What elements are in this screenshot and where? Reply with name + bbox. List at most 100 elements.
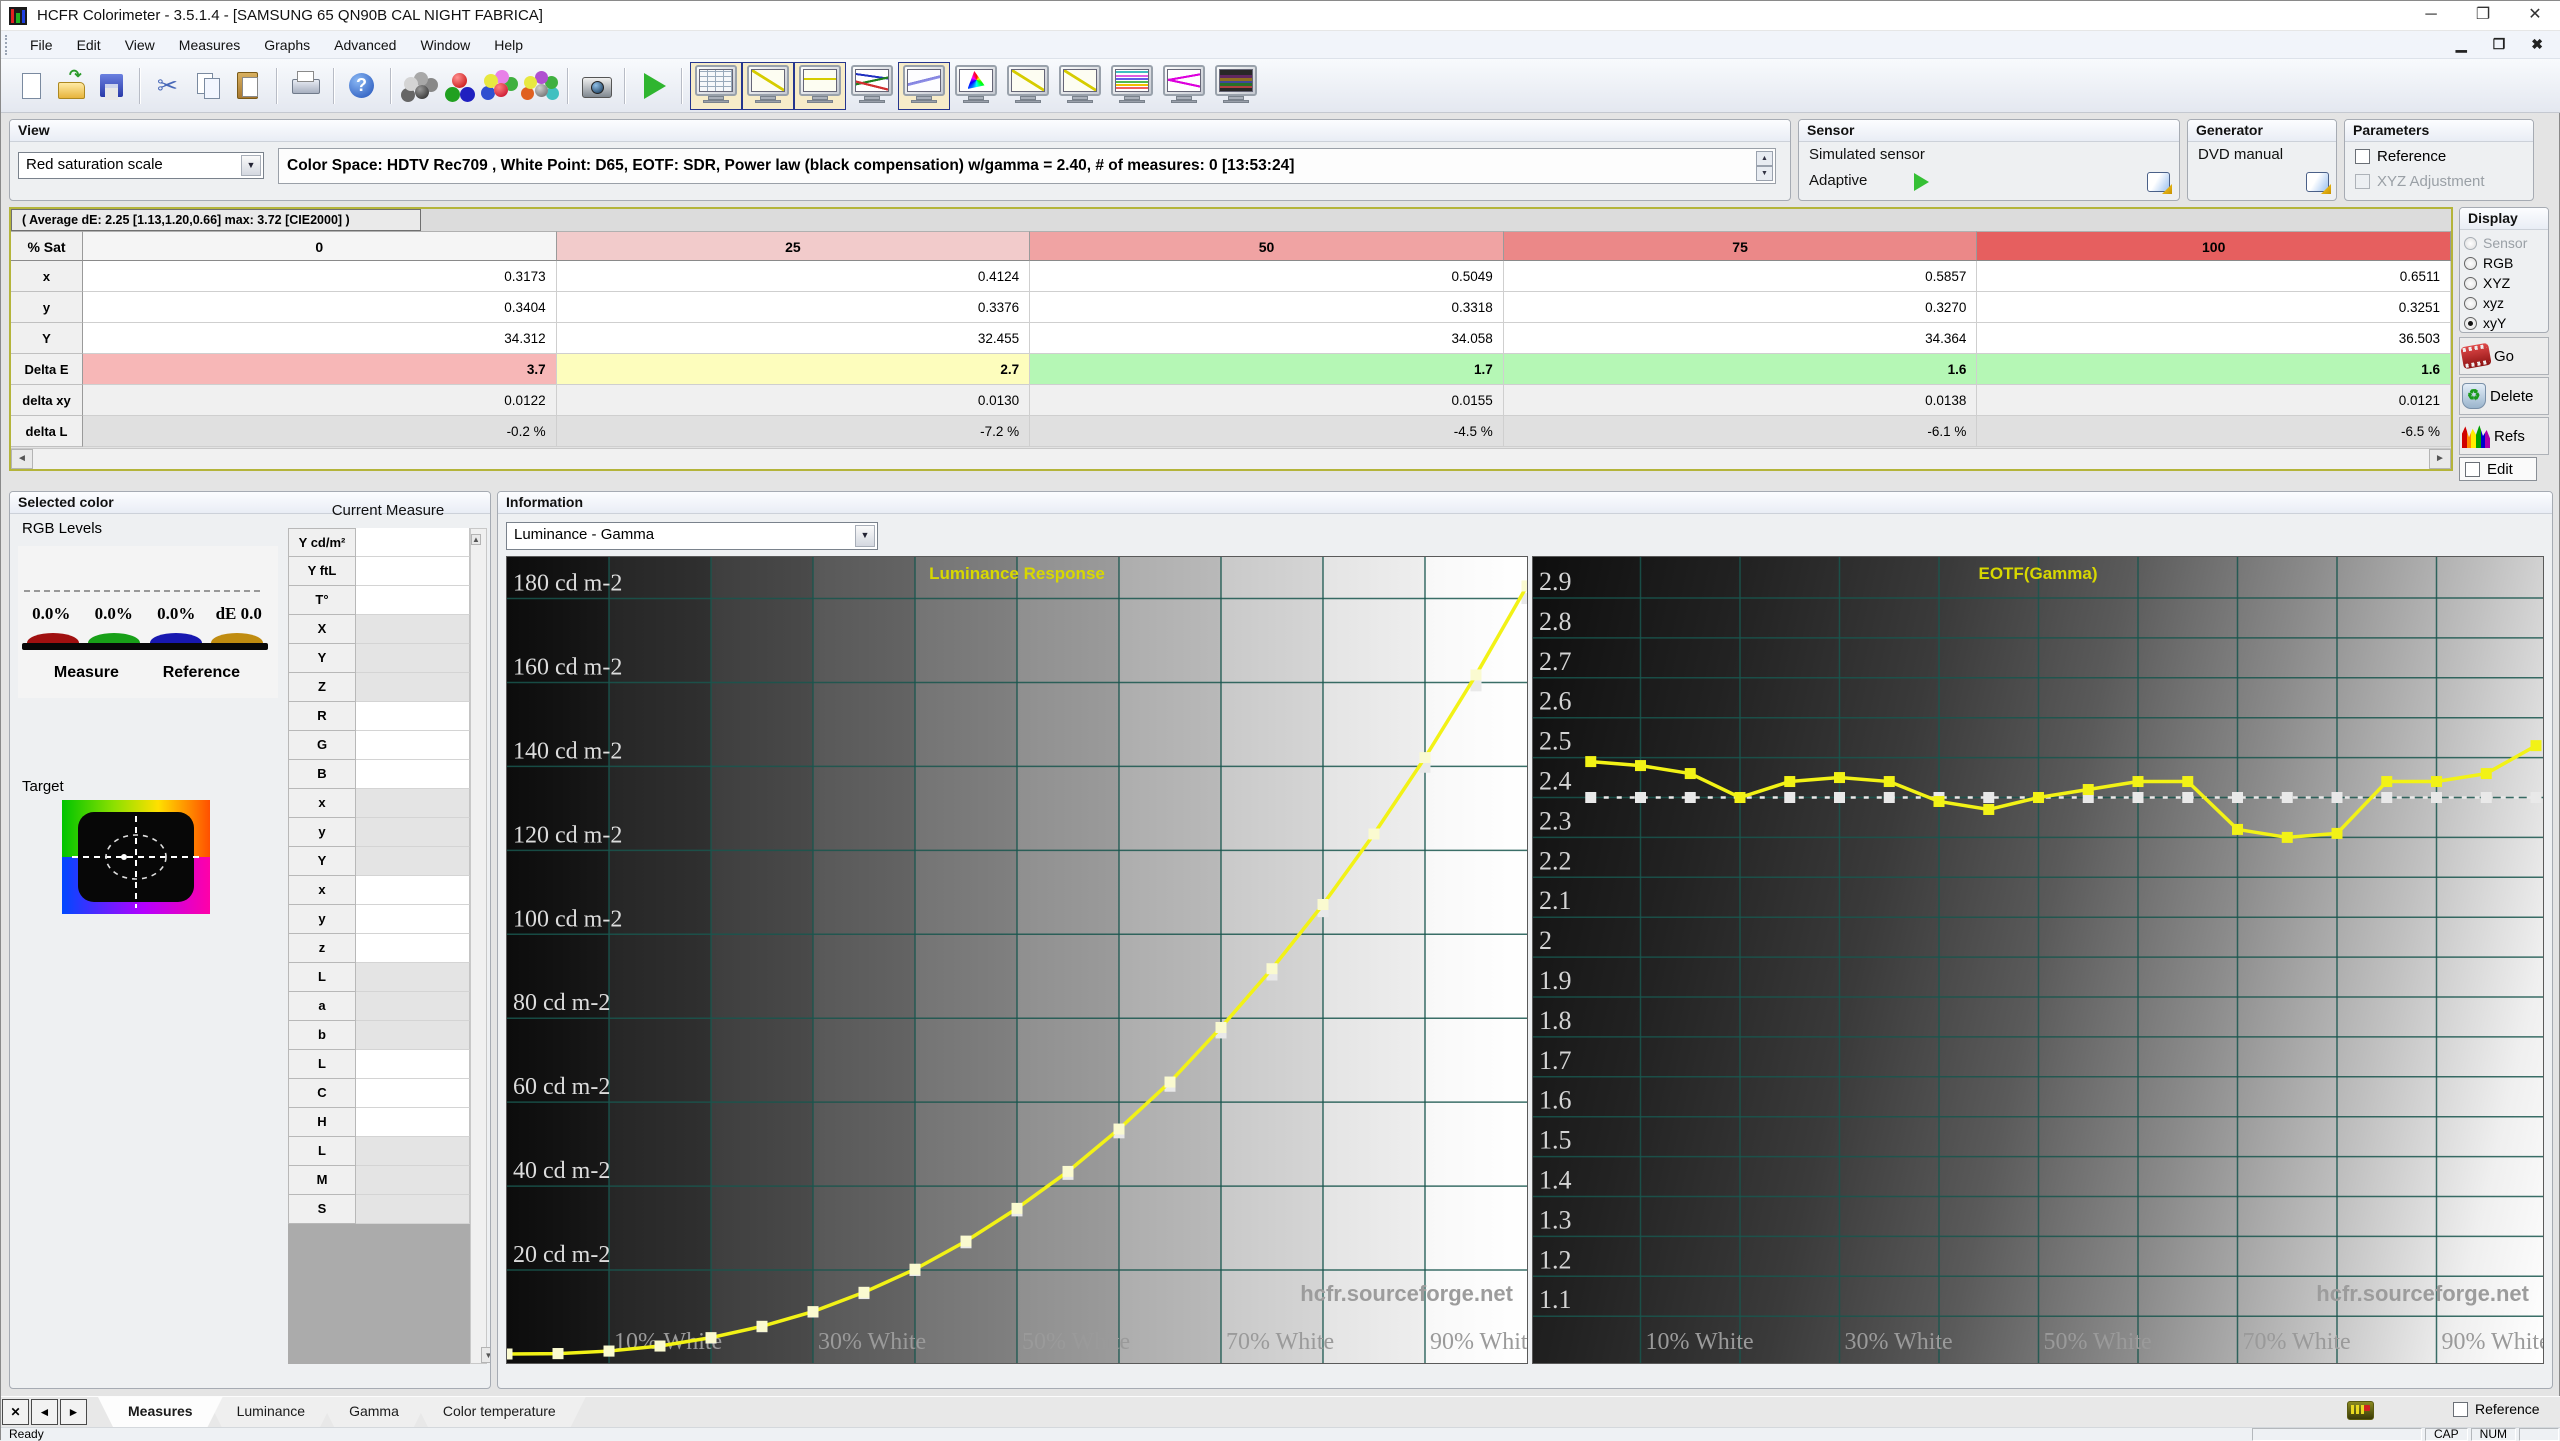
colorimeter-device-icon[interactable] xyxy=(2347,1401,2374,1420)
restore-button[interactable]: ❐ xyxy=(2457,1,2509,30)
capture-snapshot-button[interactable] xyxy=(576,65,616,107)
new-file-button[interactable] xyxy=(11,65,51,107)
close-tab-button[interactable]: ✕ xyxy=(2,1399,29,1425)
horizontal-scrollbar[interactable]: ◄ ► xyxy=(11,448,2451,469)
table-cell[interactable]: 1.6 xyxy=(1977,354,2451,385)
table-cell[interactable]: 34.312 xyxy=(83,323,557,354)
scroll-down-icon[interactable]: ▼ xyxy=(480,1347,490,1363)
reference-checkbox[interactable] xyxy=(2355,149,2370,164)
cut-button[interactable] xyxy=(148,65,188,107)
menu-window[interactable]: Window xyxy=(408,31,482,59)
view-measures-grid[interactable] xyxy=(690,61,742,110)
measure-saturations-button[interactable] xyxy=(479,65,519,107)
table-cell[interactable]: -7.2 % xyxy=(556,416,1031,447)
mdi-minimize-button[interactable]: ▁ xyxy=(2456,36,2467,53)
run-measures-button[interactable] xyxy=(633,65,673,107)
table-cell[interactable]: -6.1 % xyxy=(1503,416,1978,447)
menu-advanced[interactable]: Advanced xyxy=(322,31,408,59)
table-cell[interactable]: 34.364 xyxy=(1503,323,1978,354)
table-cell[interactable]: 0.5857 xyxy=(1503,261,1978,292)
table-cell[interactable]: 0.3404 xyxy=(83,292,557,323)
measure-grayscale-button[interactable] xyxy=(399,65,439,107)
scroll-up-icon[interactable]: ▲ xyxy=(471,534,481,545)
minimize-button[interactable]: ─ xyxy=(2405,1,2457,30)
display-option-xyy[interactable]: xyY xyxy=(2464,313,2544,332)
menu-graphs[interactable]: Graphs xyxy=(252,31,322,59)
table-cell[interactable]: 3.7 xyxy=(83,354,557,385)
scroll-left-icon[interactable]: ◄ xyxy=(11,449,33,469)
reference-checkbox-bottom[interactable] xyxy=(2453,1401,2468,1417)
table-cell[interactable]: 32.455 xyxy=(556,323,1031,354)
edit-button[interactable]: Edit xyxy=(2459,457,2537,481)
view-saturation-shift-graph[interactable] xyxy=(1158,62,1210,110)
delete-button[interactable]: Delete xyxy=(2459,377,2549,415)
view-gamma-graph[interactable] xyxy=(794,61,846,110)
view-cie-chart[interactable] xyxy=(950,62,1002,110)
menu-measures[interactable]: Measures xyxy=(167,31,252,59)
radio-icon[interactable] xyxy=(2464,256,2477,270)
generator-config-icon[interactable] xyxy=(2306,172,2329,192)
table-cell[interactable]: 36.503 xyxy=(1977,323,2451,354)
menu-view[interactable]: View xyxy=(113,31,167,59)
scale-selector-dropdown[interactable]: Red saturation scale ▼ xyxy=(18,152,264,179)
view-color-levels-graph[interactable] xyxy=(1106,62,1158,110)
table-cell[interactable]: 34.058 xyxy=(1030,323,1504,354)
open-file-button[interactable] xyxy=(51,65,91,107)
view-luminance-graph[interactable] xyxy=(742,61,794,110)
display-option-xyz[interactable]: xyz xyxy=(2464,293,2544,313)
table-cell[interactable]: 0.0138 xyxy=(1503,385,1978,416)
current-measure-scrollbar[interactable]: ▲ ▼ xyxy=(470,528,490,1364)
table-cell[interactable]: 0.5049 xyxy=(1030,261,1504,292)
table-cell[interactable]: 0.3318 xyxy=(1030,292,1504,323)
table-cell[interactable]: 0.4124 xyxy=(556,261,1031,292)
reference-checkbox-bottom-row[interactable]: Reference xyxy=(2453,1401,2540,1417)
tab-gamma[interactable]: Gamma xyxy=(319,1397,429,1427)
view-nearblack-graph[interactable] xyxy=(898,61,950,110)
table-cell[interactable]: 1.7 xyxy=(1030,354,1504,385)
table-cell[interactable]: 0.3251 xyxy=(1977,292,2451,323)
go-button[interactable]: Go xyxy=(2459,337,2549,375)
paste-button[interactable] xyxy=(228,65,268,107)
close-button[interactable]: ✕ xyxy=(2509,1,2560,30)
view-gamma-secondary[interactable] xyxy=(1054,62,1106,110)
sensor-config-icon[interactable] xyxy=(2147,172,2170,192)
view-free-measures-graph[interactable] xyxy=(1210,62,1262,110)
info-spinner[interactable]: ▲ ▼ xyxy=(1756,151,1773,181)
radio-icon[interactable] xyxy=(2464,276,2477,290)
table-cell[interactable]: 0.0121 xyxy=(1977,385,2451,416)
menu-edit[interactable]: Edit xyxy=(65,31,113,59)
scroll-right-icon[interactable]: ► xyxy=(2429,449,2451,469)
table-cell[interactable]: 0.0155 xyxy=(1030,385,1504,416)
table-cell[interactable]: -4.5 % xyxy=(1030,416,1504,447)
save-button[interactable] xyxy=(91,65,131,107)
table-cell[interactable]: 0.0122 xyxy=(83,385,557,416)
chevron-down-icon[interactable]: ▼ xyxy=(241,155,261,176)
table-cell[interactable]: -6.5 % xyxy=(1977,416,2451,447)
table-cell[interactable]: 0.6511 xyxy=(1977,261,2451,292)
table-cell[interactable]: 0.0130 xyxy=(556,385,1031,416)
mdi-restore-button[interactable]: ❐ xyxy=(2493,36,2506,53)
display-option-xyz[interactable]: XYZ xyxy=(2464,273,2544,293)
measure-primaries-button[interactable] xyxy=(439,65,479,107)
tab-measures[interactable]: Measures xyxy=(98,1397,223,1427)
table-cell[interactable]: 0.3376 xyxy=(556,292,1031,323)
print-button[interactable] xyxy=(285,65,325,107)
table-cell[interactable]: -0.2 % xyxy=(83,416,557,447)
display-option-rgb[interactable]: RGB xyxy=(2464,253,2544,273)
refs-button[interactable]: Refs xyxy=(2459,417,2549,455)
next-tab-button[interactable]: ► xyxy=(60,1399,87,1425)
copy-button[interactable] xyxy=(188,65,228,107)
tab-luminance[interactable]: Luminance xyxy=(207,1397,336,1427)
table-cell[interactable]: 0.3270 xyxy=(1503,292,1978,323)
measure-colorchecker-button[interactable] xyxy=(519,65,559,107)
table-cell[interactable]: 1.6 xyxy=(1503,354,1978,385)
radio-icon[interactable] xyxy=(2464,316,2477,330)
sensor-play-icon[interactable] xyxy=(1914,173,1929,191)
menu-help[interactable]: Help xyxy=(482,31,535,59)
view-rgb-levels-graph[interactable] xyxy=(846,62,898,110)
menu-file[interactable]: File xyxy=(18,31,65,59)
table-cell[interactable]: 0.3173 xyxy=(83,261,557,292)
reference-checkbox-row[interactable]: Reference xyxy=(2355,148,2446,165)
graph-selector-dropdown[interactable]: Luminance - Gamma ▼ xyxy=(506,522,878,550)
chevron-down-icon[interactable]: ▼ xyxy=(855,525,875,547)
